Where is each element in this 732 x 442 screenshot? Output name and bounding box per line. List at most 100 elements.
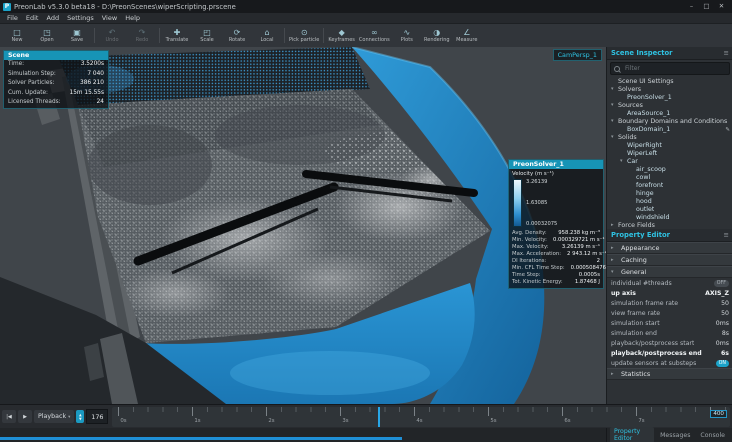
tree-group-boundary-domains[interactable]: Boundary Domains and Conditions bbox=[607, 117, 732, 125]
prop-row-view-frame-rate[interactable]: view frame rate50 bbox=[607, 308, 732, 318]
menu-item-edit[interactable]: Edit bbox=[22, 14, 43, 22]
panel-menu-icon[interactable] bbox=[724, 231, 729, 239]
filter-input[interactable] bbox=[623, 64, 726, 73]
translate-button[interactable]: ✚Translate bbox=[162, 25, 192, 46]
open-button[interactable]: ◳Open bbox=[32, 25, 62, 46]
prop-row-up-axis[interactable]: up axisAXIS_Z bbox=[607, 288, 732, 298]
menu-item-add[interactable]: Add bbox=[42, 14, 63, 22]
tree-item-hood[interactable]: hood bbox=[607, 197, 732, 205]
tree-item-scene-ui-settings[interactable]: Scene UI Settings bbox=[607, 77, 732, 85]
stat-row: Simulation Step:7 040 bbox=[4, 70, 108, 80]
camera-label[interactable]: CamPersp_1 bbox=[553, 49, 602, 61]
chevron-down-icon[interactable] bbox=[611, 102, 618, 108]
tree-group-solvers[interactable]: Solvers bbox=[607, 85, 732, 93]
toolbar-label: Measure bbox=[456, 37, 477, 44]
chevron-right-icon[interactable] bbox=[611, 222, 618, 228]
prop-row-playback-end[interactable]: playback/postprocess end6s bbox=[607, 348, 732, 358]
toggle-off[interactable]: OFF bbox=[714, 280, 729, 287]
timeline-label: 1s bbox=[194, 418, 200, 424]
section-statistics[interactable]: Statistics bbox=[607, 368, 732, 380]
redo-button[interactable]: ↷Redo bbox=[127, 25, 157, 46]
section-caching[interactable]: Caching bbox=[607, 254, 732, 266]
close-button[interactable]: ✕ bbox=[714, 0, 729, 13]
tree-item-forefront[interactable]: forefront bbox=[607, 181, 732, 189]
panel-menu-icon[interactable] bbox=[724, 49, 729, 57]
toolbar-label: Redo bbox=[136, 37, 149, 44]
end-frame-badge: 400 bbox=[710, 410, 727, 418]
spin-down-icon[interactable]: ▼ bbox=[79, 417, 82, 421]
tree-item-outlet[interactable]: outlet bbox=[607, 205, 732, 213]
measure-button[interactable]: ∠Measure bbox=[452, 25, 482, 46]
tab-messages[interactable]: Messages bbox=[656, 431, 694, 440]
rotate-button[interactable]: ⟳Rotate bbox=[222, 25, 252, 46]
chevron-down-icon[interactable] bbox=[611, 86, 618, 92]
save-button[interactable]: ▣Save bbox=[62, 25, 92, 46]
chevron-down-icon[interactable] bbox=[620, 158, 627, 164]
tree-item-hinge[interactable]: hinge bbox=[607, 189, 732, 197]
stat-row: Time Step:0.0005s bbox=[509, 272, 603, 279]
menu-item-settings[interactable]: Settings bbox=[63, 14, 98, 22]
prop-row-playback-start[interactable]: playback/postprocess start0ms bbox=[607, 338, 732, 348]
pick-particle-button[interactable]: ⊙Pick particle bbox=[287, 25, 321, 46]
scale-button[interactable]: ◰Scale bbox=[192, 25, 222, 46]
app-logo-icon: P bbox=[3, 3, 11, 11]
section-general[interactable]: General bbox=[607, 266, 732, 278]
prop-row-individual-threads[interactable]: individual #threadsOFF bbox=[607, 278, 732, 288]
tree-item-wiper-right[interactable]: WiperRight bbox=[607, 141, 732, 149]
new-button[interactable]: □New bbox=[2, 25, 32, 46]
tree-group-solids[interactable]: Solids bbox=[607, 133, 732, 141]
skip-to-start-button[interactable]: |◀ bbox=[2, 410, 16, 423]
filter-box[interactable] bbox=[610, 62, 730, 75]
tree-item-boxdomain-1[interactable]: BoxDomain_1 bbox=[607, 125, 732, 133]
rotate-icon: ⟳ bbox=[234, 28, 241, 37]
stat-row: Time:3.5200s bbox=[4, 60, 108, 70]
tree-item-cowl[interactable]: cowl bbox=[607, 173, 732, 181]
menu-item-help[interactable]: Help bbox=[121, 14, 144, 22]
solver-legend-panel[interactable]: PreonSolver_1 Velocity (m s⁻¹) 3.26139 1… bbox=[508, 159, 604, 289]
tab-property-editor[interactable]: Property Editor bbox=[610, 427, 654, 442]
toggle-on[interactable]: ON bbox=[716, 360, 729, 367]
keyframes-button[interactable]: ◆Keyframes bbox=[326, 25, 357, 46]
local-button[interactable]: ⌂Local bbox=[252, 25, 282, 46]
current-frame-field[interactable]: 176 bbox=[86, 409, 108, 424]
tab-console[interactable]: Console bbox=[696, 431, 729, 440]
plots-button[interactable]: ∿Plots bbox=[392, 25, 422, 46]
chevron-right-icon bbox=[611, 245, 618, 251]
progress-area bbox=[0, 428, 607, 442]
tree-group-force-fields[interactable]: Force Fields bbox=[607, 221, 732, 229]
viewport-3d[interactable]: Scene Time:3.5200s Simulation Step:7 040… bbox=[0, 47, 606, 404]
tree-group-car[interactable]: Car bbox=[607, 157, 732, 165]
rendering-icon: ◑ bbox=[433, 28, 440, 37]
toolbar-label: Open bbox=[40, 37, 53, 44]
maximize-button[interactable]: □ bbox=[699, 0, 714, 13]
prop-row-simulation-start[interactable]: simulation start0ms bbox=[607, 318, 732, 328]
menu-item-file[interactable]: File bbox=[3, 14, 22, 22]
prop-row-simulation-end[interactable]: simulation end8s bbox=[607, 328, 732, 338]
timeline-playhead[interactable] bbox=[378, 407, 380, 427]
frame-spinner[interactable]: ▲▼ bbox=[76, 410, 84, 423]
tree-item-areasource-1[interactable]: AreaSource_1 bbox=[607, 109, 732, 117]
chevron-down-icon[interactable] bbox=[611, 118, 618, 124]
menu-item-view[interactable]: View bbox=[98, 14, 121, 22]
solver-legend-title: PreonSolver_1 bbox=[509, 160, 603, 169]
chevron-down-icon[interactable] bbox=[611, 134, 618, 140]
tree-item-windshield[interactable]: windshield bbox=[607, 213, 732, 221]
undo-button[interactable]: ↶Undo bbox=[97, 25, 127, 46]
tree-item-air-scoop[interactable]: air_scoop bbox=[607, 165, 732, 173]
pencil-icon[interactable] bbox=[725, 126, 730, 133]
prop-row-update-sensors[interactable]: update sensors at substepsON bbox=[607, 358, 732, 368]
timeline[interactable]: 0s 1s 2s 3s 4s 5s 6s 7s 400 bbox=[112, 407, 730, 427]
prop-row-simulation-frame-rate[interactable]: simulation frame rate50 bbox=[607, 298, 732, 308]
connections-button[interactable]: ∞Connections bbox=[357, 25, 392, 46]
timeline-label: 5s bbox=[490, 418, 496, 424]
tree-item-wiper-left[interactable]: WiperLeft bbox=[607, 149, 732, 157]
playback-mode-dropdown[interactable]: Playback bbox=[34, 410, 74, 423]
tree-item-preonsolver-1[interactable]: PreonSolver_1 bbox=[607, 93, 732, 101]
rendering-button[interactable]: ◑Rendering bbox=[422, 25, 452, 46]
stat-row: Tot. Kinetic Energy:1.87468 J bbox=[509, 279, 603, 288]
tree-group-sources[interactable]: Sources bbox=[607, 101, 732, 109]
window-title: PreonLab v5.3.0 beta18 - D:\PreonScenes\… bbox=[14, 3, 681, 11]
section-appearance[interactable]: Appearance bbox=[607, 242, 732, 254]
minimize-button[interactable]: – bbox=[684, 0, 699, 13]
play-button[interactable]: ▶ bbox=[18, 410, 32, 423]
